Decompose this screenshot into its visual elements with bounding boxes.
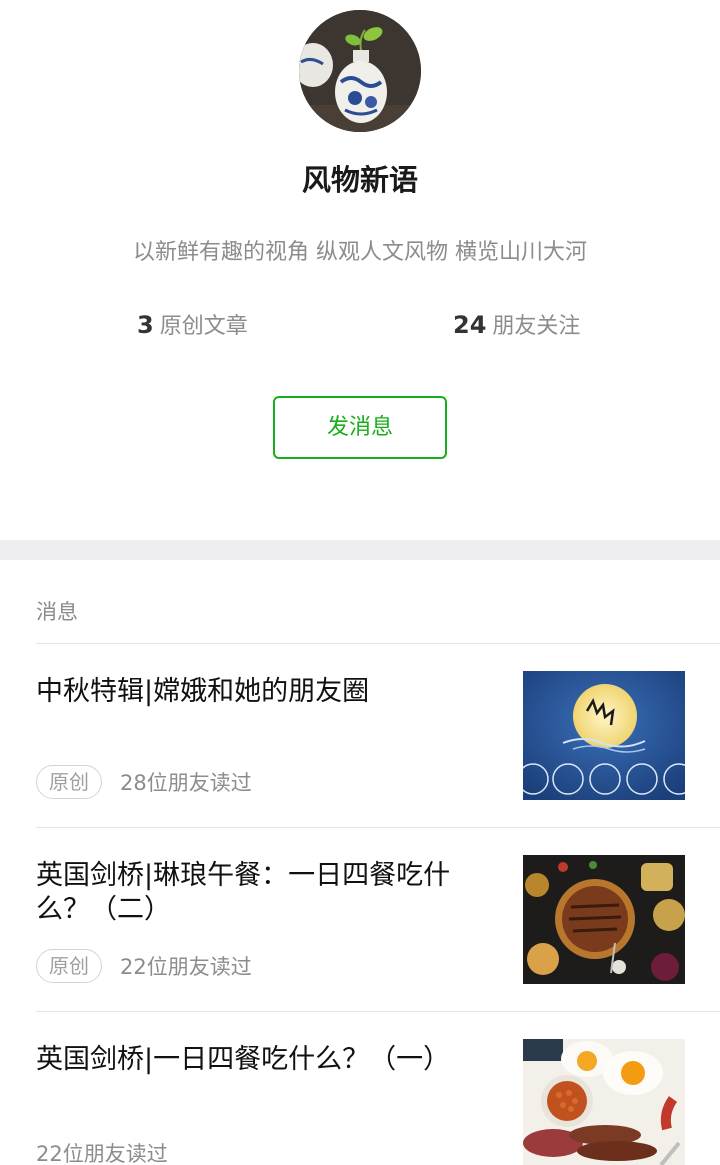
article-meta: 原创 22位朋友读过: [36, 949, 252, 983]
original-badge: 原创: [36, 949, 102, 983]
article-thumbnail: [523, 671, 685, 800]
original-articles-count: 3: [137, 311, 154, 339]
english-breakfast-image: [523, 1039, 685, 1165]
article-reads: 22位朋友读过: [36, 1142, 168, 1165]
friends-following-stat[interactable]: 24 朋友关注: [453, 308, 580, 340]
send-message-button[interactable]: 发消息: [273, 396, 447, 459]
original-articles-label: 原创文章: [159, 314, 248, 339]
friends-following-label: 朋友关注: [492, 314, 581, 339]
article-reads: 28位朋友读过: [120, 771, 252, 795]
article-title: 中秋特辑|嫦娥和她的朋友圈: [36, 676, 370, 707]
messages-section-label: 消息: [36, 600, 78, 624]
article-meta: 原创 28位朋友读过: [36, 765, 252, 799]
article-thumbnail: [523, 1039, 685, 1165]
account-description: 以新鲜有趣的视角 纵观人文风物 横览山川大河: [133, 240, 587, 265]
article-title: 英国剑桥|一日四餐吃什么？（一）: [36, 1044, 451, 1075]
article-item[interactable]: 英国剑桥|琳琅午餐：一日四餐吃什么？（二） 原创 22位朋友读过: [0, 828, 720, 1012]
section-divider: [0, 540, 720, 560]
official-account-profile-page: 风物新语 以新鲜有趣的视角 纵观人文风物 横览山川大河 3 原创文章 24 朋友关注…: [0, 0, 720, 1165]
article-item[interactable]: 英国剑桥|一日四餐吃什么？（一） 22位朋友读过: [0, 1012, 720, 1165]
article-meta: 22位朋友读过: [36, 1138, 168, 1165]
friends-following-count: 24: [453, 311, 487, 339]
original-badge: 原创: [36, 765, 102, 799]
account-avatar[interactable]: [299, 10, 421, 132]
original-articles-stat[interactable]: 3 原创文章: [137, 308, 248, 340]
account-name: 风物新语: [301, 163, 418, 197]
article-title: 英国剑桥|琳琅午餐：一日四餐吃什么？（二）: [36, 860, 451, 925]
article-reads: 22位朋友读过: [120, 955, 252, 979]
vase-plant-image: [299, 10, 421, 132]
profile-header: 风物新语 以新鲜有趣的视角 纵观人文风物 横览山川大河 3 原创文章 24 朋友关注…: [0, 0, 720, 540]
steak-dinner-image: [523, 855, 685, 984]
article-thumbnail: [523, 855, 685, 984]
mid-autumn-moon-image: [523, 671, 685, 800]
article-item[interactable]: 中秋特辑|嫦娥和她的朋友圈 原创 28位朋友读过: [0, 644, 720, 828]
